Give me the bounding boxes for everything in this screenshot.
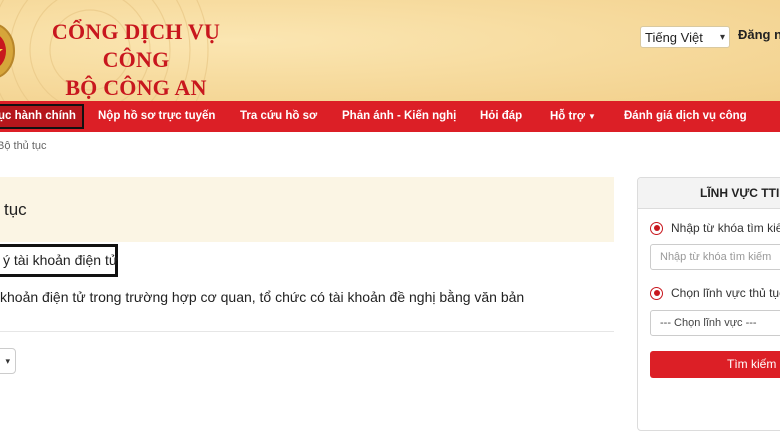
field-select[interactable]: --- Chọn lĩnh vực --- <box>650 310 780 336</box>
police-emblem-icon <box>0 24 15 78</box>
language-select[interactable]: Tiếng Việt ▾ <box>640 26 730 48</box>
page-title: tục <box>4 200 27 219</box>
nav-item-service-rating[interactable]: Đánh giá dịch vụ công <box>624 101 747 132</box>
caret-down-icon: ▼ <box>588 112 596 121</box>
radio-selected-icon <box>650 221 663 235</box>
search-button[interactable]: Tìm kiếm <box>650 351 780 378</box>
login-link[interactable]: Đăng nh <box>738 27 780 42</box>
site-title[interactable]: CỔNG DỊCH VỤ CÔNG BỘ CÔNG AN <box>26 18 246 101</box>
nav-item-dossier-lookup[interactable]: Tra cứu hồ sơ <box>240 101 317 132</box>
keyword-radio-label: Nhập từ khóa tìm kiế <box>671 221 780 235</box>
nav-item-qa[interactable]: Hỏi đáp <box>480 101 522 132</box>
keyword-radio[interactable]: Nhập từ khóa tìm kiế <box>650 221 780 235</box>
breadcrumb[interactable]: Bộ thủ tục <box>0 140 47 152</box>
site-header: CỔNG DỊCH VỤ CÔNG BỘ CÔNG AN Tiếng Việt … <box>0 0 780 101</box>
panel-heading: LĨNH VỰC TTI <box>638 178 780 209</box>
field-filter-panel: LĨNH VỰC TTI Nhập từ khóa tìm kiế Nhập t… <box>637 177 780 431</box>
field-radio-label: Chọn lĩnh vực thủ tục <box>671 286 780 300</box>
procedure-highlight: ý tài khoản điện tử <box>0 244 118 277</box>
nav-item-support[interactable]: Hỗ trợ ▼ <box>550 101 596 132</box>
nav-item-feedback[interactable]: Phản ánh - Kiến nghị <box>342 101 456 132</box>
site-title-line1: CỔNG DỊCH VỤ CÔNG <box>51 19 221 72</box>
nav-item-administrative-procedures[interactable]: ục hành chính <box>0 104 84 129</box>
page-size-select[interactable]: ▾ <box>0 348 16 374</box>
language-value: Tiếng Việt <box>645 29 703 45</box>
procedure-description: khoản điện tử trong trường hợp cơ quan, … <box>0 289 525 305</box>
site-title-line2: BỘ CÔNG AN <box>65 75 207 100</box>
radio-selected-icon <box>650 286 663 300</box>
nav-item-support-label: Hỗ trợ <box>550 110 586 123</box>
keyword-search-input[interactable]: Nhập từ khóa tìm kiếm <box>650 244 780 270</box>
field-radio[interactable]: Chọn lĩnh vực thủ tục <box>650 286 780 300</box>
main-nav: ục hành chính Nộp hồ sơ trực tuyến Tra c… <box>0 101 780 132</box>
nav-item-online-submission[interactable]: Nộp hồ sơ trực tuyến <box>98 101 215 132</box>
divider <box>0 331 614 332</box>
procedure-title-bar <box>0 177 614 242</box>
chevron-down-icon: ▾ <box>5 355 10 366</box>
chevron-down-icon: ▾ <box>719 31 725 43</box>
